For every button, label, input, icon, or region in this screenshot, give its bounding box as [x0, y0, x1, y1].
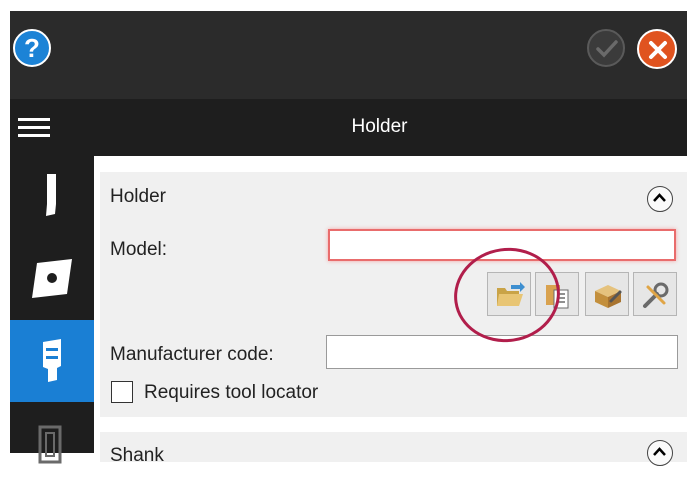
collapse-button[interactable]: [647, 186, 673, 212]
tool-icon: [46, 174, 56, 216]
close-icon: [649, 41, 667, 59]
cancel-button[interactable]: [637, 29, 677, 69]
sidebar-item-tool[interactable]: [10, 156, 94, 238]
box-settings-icon: [595, 285, 622, 308]
sidebar-item-shank[interactable]: [10, 402, 94, 484]
model-label: Model:: [110, 239, 168, 260]
wrench-settings-icon: [643, 282, 669, 308]
insert-icon: [32, 259, 72, 298]
title-bar: [10, 11, 687, 99]
wrench-settings-button[interactable]: [633, 272, 677, 316]
box-settings-button[interactable]: [585, 272, 629, 316]
sidebar-item-insert[interactable]: [10, 238, 94, 320]
ok-button[interactable]: [587, 29, 625, 67]
shank-icon: [38, 425, 62, 464]
shank-section: [100, 432, 687, 462]
requires-tool-locator-label: Requires tool locator: [144, 382, 319, 403]
sidebar-item-holder[interactable]: [10, 320, 94, 402]
page-title: Holder: [351, 116, 408, 137]
section-title-shank: Shank: [110, 445, 164, 466]
manufacturer-code-label: Manufacturer code:: [110, 344, 274, 365]
header-bar: Holder: [10, 99, 687, 156]
section-title: Holder: [110, 186, 166, 207]
collapse-button-shank[interactable]: [647, 440, 673, 466]
holder-icon: [43, 339, 61, 382]
help-icon[interactable]: ?: [13, 29, 51, 67]
check-icon: [596, 40, 618, 58]
chevron-up-icon: [653, 193, 666, 202]
requires-tool-locator-checkbox[interactable]: [111, 381, 133, 403]
sidebar: [10, 156, 94, 464]
